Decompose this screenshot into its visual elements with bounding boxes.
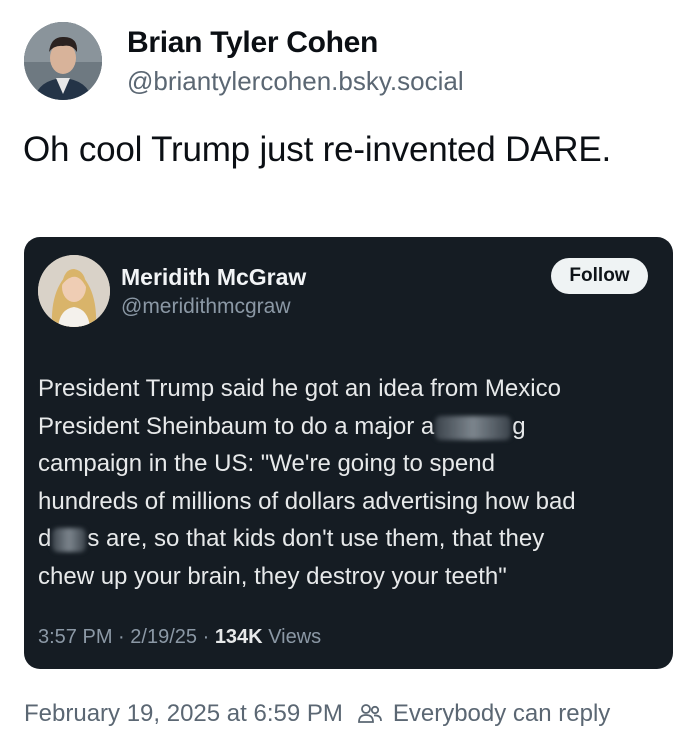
quote-text-segment: President Sheinbaum to do a major a (38, 412, 435, 440)
quote-line: President Sheinbaum to do a major a g (38, 408, 663, 446)
quote-line: President Trump said he got an idea from… (38, 375, 561, 402)
blurred-word (52, 528, 87, 552)
meta-separator: · (202, 626, 210, 648)
author-name[interactable]: Brian Tyler Cohen (127, 26, 378, 60)
quote-line: d s are, so that kids don't use them, tha… (38, 520, 663, 558)
quote-line: hundreds of millions of dollars advertis… (38, 487, 576, 515)
author-avatar[interactable] (24, 22, 102, 100)
quote-meta: 3:57 PM · 2/19/25 · 134K Views (38, 626, 321, 649)
quote-body: President Trump said he got an idea from… (38, 370, 663, 595)
views-label: Views (268, 626, 322, 648)
author-handle[interactable]: @briantylercohen.bsky.social (127, 66, 464, 97)
meta-separator: · (118, 626, 125, 648)
post-text: Oh cool Trump just re-invented DARE. (23, 130, 612, 169)
quote-author-handle[interactable]: @meridithmcgraw (121, 295, 291, 319)
quote-text-segment: d (38, 525, 52, 552)
quote-text-segment: g (512, 412, 526, 440)
post-datetime[interactable]: February 19, 2025 at 6:59 PM (24, 700, 343, 728)
blurred-word (435, 415, 512, 440)
views-count: 134K (214, 626, 263, 648)
quote-date[interactable]: 2/19/25 (130, 626, 197, 648)
follow-button[interactable]: Follow (551, 258, 648, 294)
post-footer: February 19, 2025 at 6:59 PM Everybody c… (24, 700, 610, 728)
quote-line: chew up your brain, they destroy your te… (38, 562, 507, 590)
people-icon (357, 701, 383, 727)
quote-author-avatar[interactable] (38, 255, 110, 327)
quote-time[interactable]: 3:57 PM (38, 626, 112, 648)
quote-line: campaign in the US: "We're going to spen… (38, 450, 495, 477)
quoted-post-card[interactable]: Meridith McGraw @meridithmcgraw Follow P… (24, 237, 673, 669)
quote-text-segment: s are, so that kids don't use them, that… (87, 525, 545, 552)
quote-author-name[interactable]: Meridith McGraw (121, 264, 306, 291)
reply-setting[interactable]: Everybody can reply (393, 700, 610, 728)
